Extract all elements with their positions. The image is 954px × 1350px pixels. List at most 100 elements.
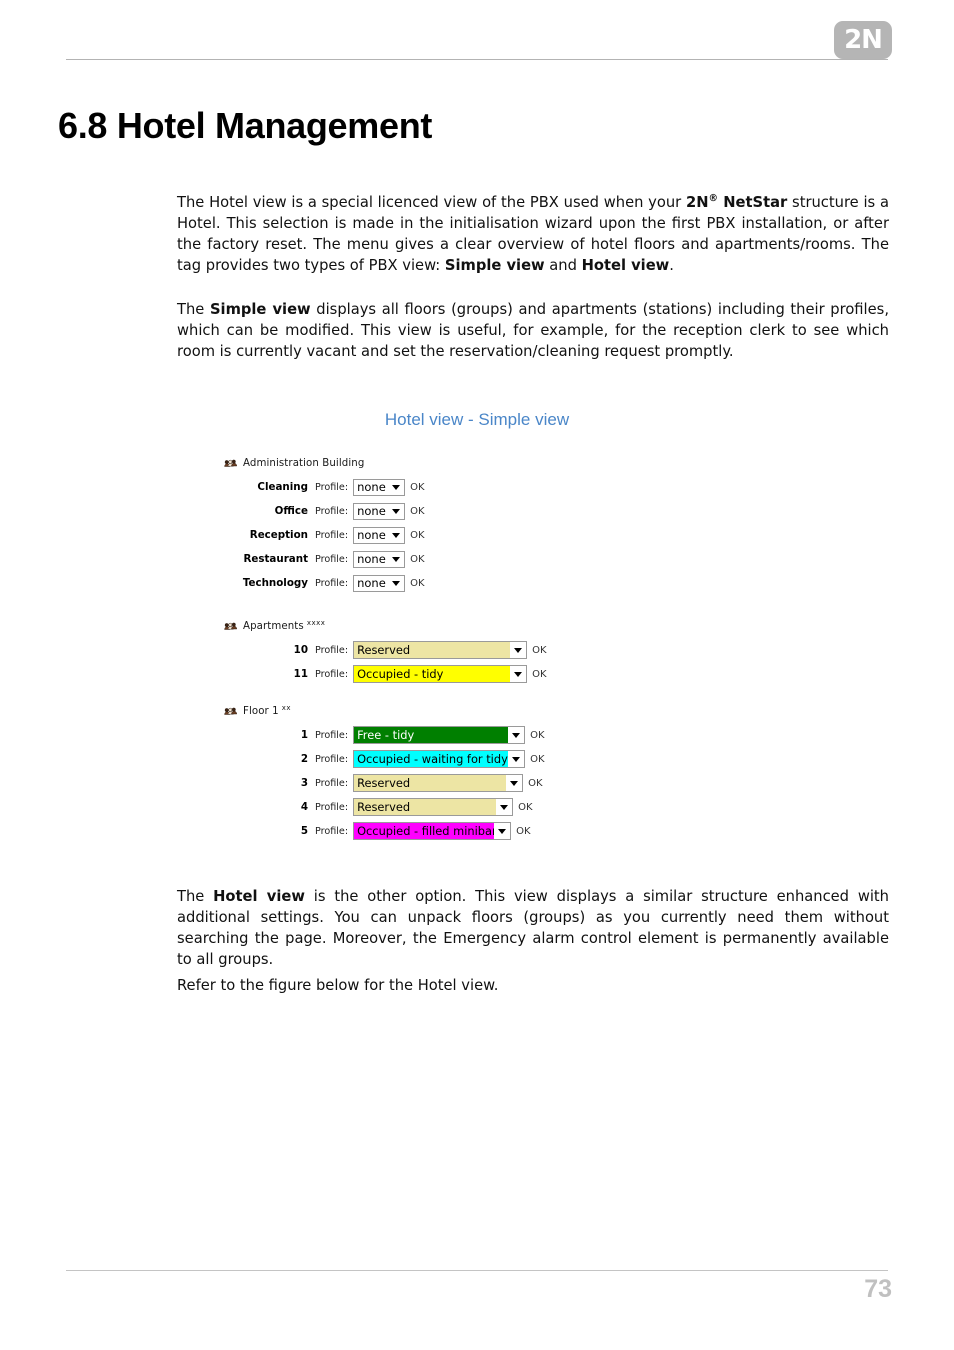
group-people-icon xyxy=(222,620,238,633)
profile-select[interactable]: Reserved xyxy=(353,774,524,792)
chevron-down-icon[interactable] xyxy=(506,775,523,791)
brand-logo-2n: 2N xyxy=(834,21,892,59)
para1-bold-simple-view: Simple view xyxy=(444,257,545,275)
group-block-apartments: Apartments xxxx 10 Profile: Reserved OK 11 Prof… xyxy=(220,618,640,686)
profile-select-value: none xyxy=(354,575,389,591)
station-row: 1 Profile: Free - tidy OK xyxy=(220,723,640,747)
page-title: 6.8 Hotel Management xyxy=(58,105,433,146)
profile-label: Profile: xyxy=(315,529,349,541)
profile-select-value: Reserved xyxy=(354,642,511,658)
profile-label: Profile: xyxy=(315,577,349,589)
profile-label: Profile: xyxy=(315,825,349,837)
chevron-down-icon[interactable] xyxy=(388,527,405,543)
ok-button[interactable]: OK xyxy=(532,645,546,656)
para3-text-a: The xyxy=(177,887,214,905)
group-name-label: Floor 1 xyxy=(243,705,279,717)
station-name-label: Technology xyxy=(242,577,308,589)
para1-brand: 2N xyxy=(686,193,709,211)
profile-label: Profile: xyxy=(315,729,349,741)
ok-button[interactable]: OK xyxy=(518,802,532,813)
group-header-apartments[interactable]: Apartments xxxx xyxy=(222,618,640,634)
para3-bold-hotel-view: Hotel view xyxy=(213,887,305,905)
profile-select[interactable]: none xyxy=(353,550,406,568)
chevron-down-icon[interactable] xyxy=(510,642,527,658)
profile-label: Profile: xyxy=(315,801,349,813)
profile-select-value: Occupied - tidy xyxy=(354,666,511,682)
station-name-label: Restaurant xyxy=(243,553,308,565)
profile-label: Profile: xyxy=(315,644,349,656)
profile-select-value: Reserved xyxy=(354,799,497,815)
station-row: Reception Profile: none OK xyxy=(220,523,640,547)
profile-select[interactable]: Occupied - filled minibar xyxy=(353,822,512,840)
hotel-view-paragraph: The Hotel view is the other option. This… xyxy=(177,886,889,971)
group-name-label: Apartments xyxy=(243,620,304,632)
footer-divider xyxy=(66,1270,888,1271)
group-rows-floor1: 1 Profile: Free - tidy OK 2 Profile: Occupied … xyxy=(220,723,640,843)
para1-text-d: . xyxy=(669,257,674,275)
group-people-icon xyxy=(222,705,238,718)
ok-button[interactable]: OK xyxy=(530,730,544,741)
profile-label: Profile: xyxy=(315,481,349,493)
profile-select[interactable]: none xyxy=(353,574,406,592)
station-row: 11 Profile: Occupied - tidy OK xyxy=(220,662,640,686)
para1-brand-product: NetStar xyxy=(718,193,788,211)
chevron-down-icon[interactable] xyxy=(508,751,525,767)
profile-select-value: Reserved xyxy=(354,775,507,791)
profile-select-value: none xyxy=(354,527,389,543)
ok-button[interactable]: OK xyxy=(410,530,424,541)
station-name-label: 4 xyxy=(300,801,308,813)
profile-select[interactable]: none xyxy=(353,502,406,520)
profile-select-value: none xyxy=(354,479,389,495)
station-name-label: Cleaning xyxy=(257,481,308,493)
station-name-label: 1 xyxy=(300,729,308,741)
profile-select[interactable]: none xyxy=(353,526,406,544)
ok-button[interactable]: OK xyxy=(410,578,424,589)
ok-button[interactable]: OK xyxy=(410,554,424,565)
chevron-down-icon[interactable] xyxy=(508,727,525,743)
page-number: 73 xyxy=(864,1275,892,1303)
profile-select[interactable]: Reserved xyxy=(353,798,514,816)
group-name-label: Administration Building xyxy=(243,457,365,469)
chevron-down-icon[interactable] xyxy=(494,823,511,839)
ok-button[interactable]: OK xyxy=(516,826,530,837)
profile-label: Profile: xyxy=(315,777,349,789)
figure-caption: Hotel view - Simple view xyxy=(384,410,570,429)
station-row: 10 Profile: Reserved OK xyxy=(220,638,640,662)
profile-select-value: none xyxy=(354,503,389,519)
profile-label: Profile: xyxy=(315,753,349,765)
ok-button[interactable]: OK xyxy=(528,778,542,789)
group-header-floor1[interactable]: Floor 1 xx xyxy=(222,703,640,719)
group-rows-apartments: 10 Profile: Reserved OK 11 Profile: Occupied -… xyxy=(220,638,640,686)
profile-select[interactable]: Free - tidy xyxy=(353,726,526,744)
chevron-down-icon[interactable] xyxy=(510,666,527,682)
profile-select[interactable]: Occupied - tidy xyxy=(353,665,528,683)
ok-button[interactable]: OK xyxy=(532,669,546,680)
profile-label: Profile: xyxy=(315,505,349,517)
group-block-admin: Administration Building Cleaning Profile: n… xyxy=(220,455,640,595)
para1-text-c: and xyxy=(544,257,582,275)
group-header-admin[interactable]: Administration Building xyxy=(222,455,640,471)
chevron-down-icon[interactable] xyxy=(388,551,405,567)
profile-select[interactable]: none xyxy=(353,478,406,496)
ok-button[interactable]: OK xyxy=(530,754,544,765)
profile-label: Profile: xyxy=(315,553,349,565)
chevron-down-icon[interactable] xyxy=(388,503,405,519)
station-row: Technology Profile: none OK xyxy=(220,571,640,595)
station-name-label: 5 xyxy=(300,825,308,837)
station-name-label: Reception xyxy=(249,529,308,541)
ok-button[interactable]: OK xyxy=(410,482,424,493)
profile-select[interactable]: Reserved xyxy=(353,641,528,659)
para2-text-a: The xyxy=(177,300,210,318)
chevron-down-icon[interactable] xyxy=(496,799,513,815)
profile-select[interactable]: Occupied - waiting for tidying xyxy=(353,750,526,768)
ok-button[interactable]: OK xyxy=(410,506,424,517)
simple-view-paragraph: The Simple view displays all floors (gro… xyxy=(177,299,889,363)
chevron-down-icon[interactable] xyxy=(388,575,405,591)
station-row: Office Profile: none OK xyxy=(220,499,640,523)
para1-text-a: The Hotel view is a special licenced vie… xyxy=(177,193,686,211)
profile-select-value: Occupied - filled minibar xyxy=(354,823,495,839)
chevron-down-icon[interactable] xyxy=(388,479,405,495)
para1-registered-mark: ® xyxy=(708,192,719,204)
profile-label: Profile: xyxy=(315,668,349,680)
profile-select-value: none xyxy=(354,551,389,567)
